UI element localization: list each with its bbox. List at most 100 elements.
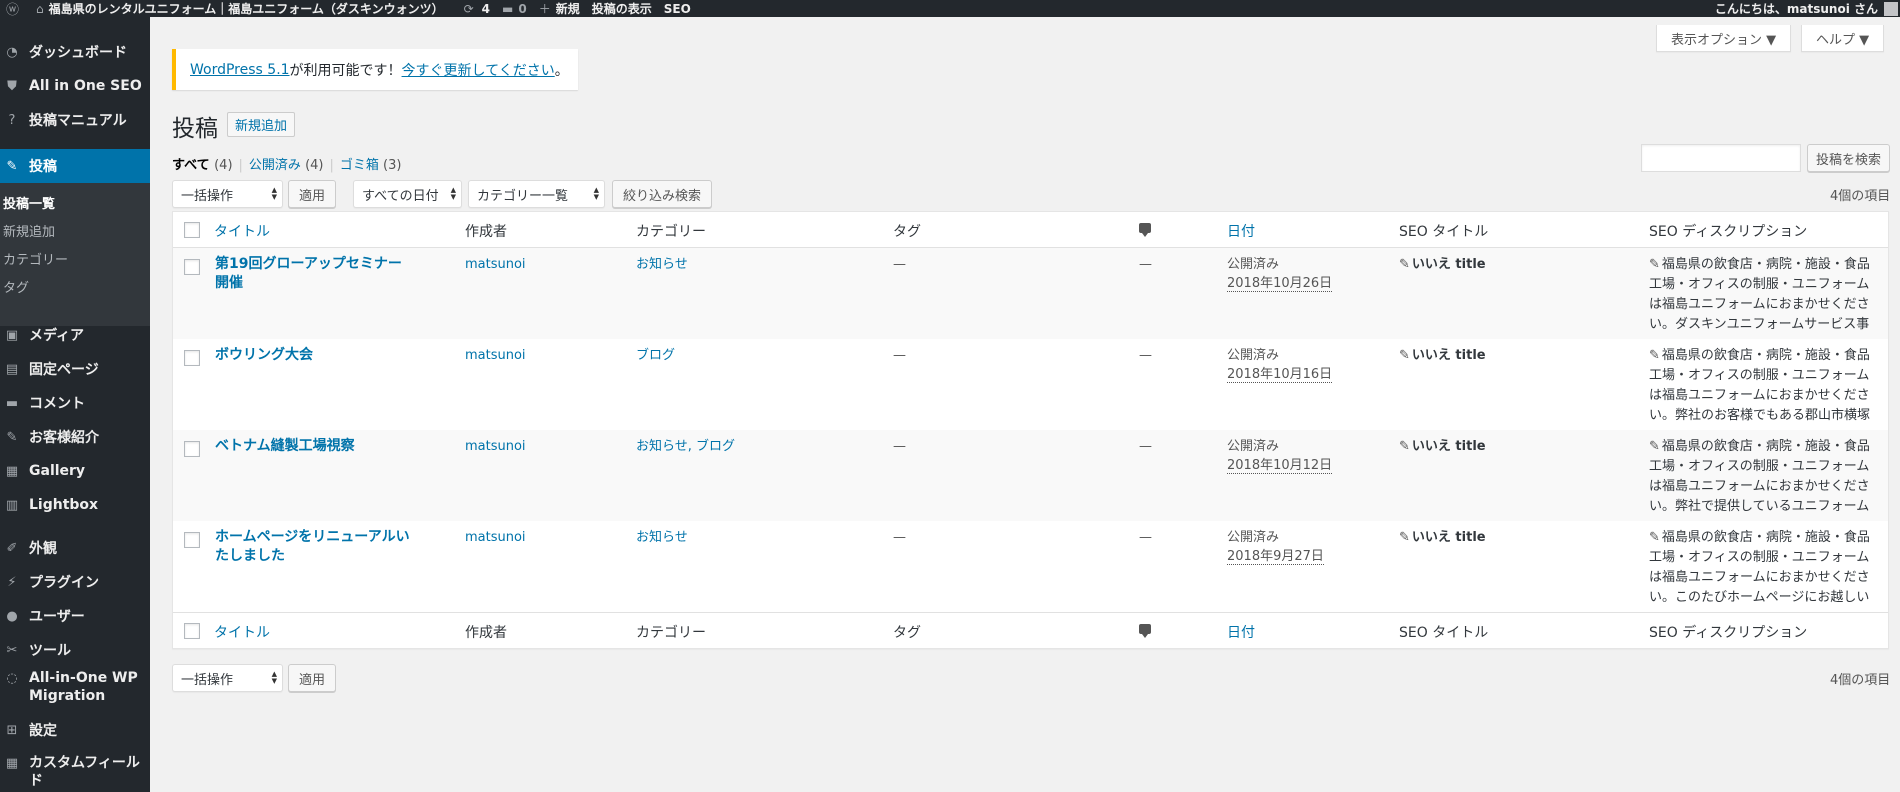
post-seo-description[interactable]: ✎ 福島県の飲食店・病院・施設・食品工場・オフィスの制服・ユニフォームは福島ユニフ…: [1649, 346, 1879, 426]
filter-published[interactable]: 公開済み (4): [249, 158, 324, 173]
post-title-link[interactable]: ボウリング大会: [215, 346, 415, 365]
filter-button[interactable]: 絞り込み検索: [612, 180, 712, 208]
search-posts-button[interactable]: 投稿を検索: [1807, 144, 1890, 172]
screen-options-button[interactable]: 表示オプション ▼: [1656, 25, 1792, 52]
menu-dashboard[interactable]: ◔ ダッシュボード: [0, 36, 150, 68]
menu-appearance[interactable]: ✐ 外観: [0, 532, 150, 564]
apply-button-bottom[interactable]: 適用: [288, 664, 336, 692]
bulk-action-select[interactable]: 一括操作 ▲ ▼: [172, 180, 283, 208]
wordpress-version-link[interactable]: WordPress 5.1: [190, 62, 290, 78]
dashboard-icon: ◔: [6, 44, 18, 60]
post-category-link[interactable]: ブログ: [636, 346, 675, 365]
column-tags: タグ: [893, 224, 921, 240]
menu-plugins[interactable]: ⚡ プラグイン: [0, 566, 150, 598]
site-name-link[interactable]: ⌂ 福島県のレンタルユニフォーム｜福島ユニフォーム（ダスキンウォンツ）: [30, 0, 450, 17]
seo-desc-value: 福島県の飲食店・病院・施設・食品工場・オフィスの制服・ユニフォームは福島ユニフォ…: [1649, 439, 1870, 514]
wordpress-logo[interactable]: ⓦ: [0, 0, 30, 18]
menu-migration[interactable]: ◌ All-in-One WP Migration: [0, 669, 150, 711]
category-filter-select[interactable]: カテゴリー一覧 ▲ ▼: [468, 180, 605, 208]
menu-tools[interactable]: ✂ ツール: [0, 634, 150, 666]
new-content-link[interactable]: ＋ 新規: [533, 0, 586, 17]
post-title-link[interactable]: ベトナム縫製工場視察: [215, 437, 415, 456]
filter-all[interactable]: すべて (4): [172, 158, 233, 173]
select-all-checkbox-bottom[interactable]: [184, 623, 200, 639]
column-title[interactable]: タイトル: [214, 622, 270, 642]
post-tags: —: [893, 348, 906, 363]
row-checkbox[interactable]: [184, 441, 200, 457]
comments-link[interactable]: ▬ 0: [496, 0, 533, 17]
menu-label: 投稿: [29, 159, 57, 175]
menu-manual[interactable]: ? 投稿マニュアル: [0, 104, 150, 136]
post-seo-description[interactable]: ✎ 福島県の飲食店・病院・施設・食品工場・オフィスの制服・ユニフォームは福島ユニフ…: [1649, 255, 1879, 335]
menu-comments[interactable]: ▬ コメント: [0, 387, 150, 419]
pin-icon: ✎: [6, 158, 18, 174]
bulk-action-select-bottom[interactable]: 一括操作 ▲ ▼: [172, 664, 283, 692]
posts-table: タイトル 作成者 カテゴリー タグ 日付 SEO タイトル SEO ディスクリプ…: [172, 211, 1889, 649]
post-search-input[interactable]: [1641, 144, 1801, 172]
post-comments: —: [1139, 530, 1152, 545]
row-checkbox[interactable]: [184, 350, 200, 366]
post-seo-title[interactable]: ✎ いいえ title: [1399, 346, 1486, 365]
post-seo-description[interactable]: ✎ 福島県の飲食店・病院・施設・食品工場・オフィスの制服・ユニフォームは福島ユニフ…: [1649, 437, 1879, 517]
post-seo-title[interactable]: ✎ いいえ title: [1399, 528, 1486, 547]
update-now-link[interactable]: 今すぐ更新してください: [402, 60, 555, 80]
post-category-link[interactable]: お知らせ: [636, 255, 688, 274]
settings-icon: ⊞: [6, 722, 18, 738]
user-greeting[interactable]: こんにちは、matsunoi さん: [1709, 0, 1878, 17]
post-author-link[interactable]: matsunoi: [465, 255, 526, 274]
filter-all-count: (4): [214, 158, 233, 173]
menu-media[interactable]: ▣ メディア: [0, 319, 150, 351]
row-checkbox[interactable]: [184, 259, 200, 275]
menu-lightbox[interactable]: ▥ Lightbox: [0, 489, 150, 521]
post-author-link[interactable]: matsunoi: [465, 528, 526, 547]
post-author-link[interactable]: matsunoi: [465, 437, 526, 456]
post-date-value: 2018年10月26日: [1227, 276, 1333, 292]
filter-trash[interactable]: ゴミ箱 (3): [340, 158, 402, 173]
post-title-link[interactable]: 第19回グローアップセミナー開催: [215, 255, 415, 293]
select-all-checkbox[interactable]: [184, 222, 200, 238]
post-seo-description[interactable]: ✎ 福島県の飲食店・病院・施設・食品工場・オフィスの制服・ユニフォームは福島ユニフ…: [1649, 528, 1879, 608]
post-author-link[interactable]: matsunoi: [465, 346, 526, 365]
add-new-button[interactable]: 新規追加: [227, 112, 296, 137]
menu-pages[interactable]: ▤ 固定ページ: [0, 353, 150, 385]
date-filter-select[interactable]: すべての日付 ▲ ▼: [353, 180, 462, 208]
menu-all-in-one-seo[interactable]: ⛊ All in One SEO: [0, 70, 150, 102]
comment-column-icon[interactable]: [1139, 223, 1151, 237]
column-title[interactable]: タイトル: [214, 221, 270, 241]
pin-icon: ✎: [6, 429, 18, 445]
comment-column-icon[interactable]: [1139, 624, 1151, 638]
column-date[interactable]: 日付: [1227, 622, 1255, 642]
menu-label: ユーザー: [29, 609, 85, 625]
submenu-categories[interactable]: カテゴリー: [3, 249, 68, 268]
filter-all-label: すべて: [172, 158, 210, 173]
column-date[interactable]: 日付: [1227, 221, 1255, 241]
row-checkbox[interactable]: [184, 532, 200, 548]
updates-link[interactable]: ⟳ 4: [458, 0, 496, 17]
menu-customers[interactable]: ✎ お客様紹介: [0, 421, 150, 453]
post-seo-title[interactable]: ✎ いいえ title: [1399, 437, 1486, 456]
avatar[interactable]: [1884, 1, 1898, 16]
pencil-icon: ✎: [1649, 530, 1660, 545]
menu-gallery[interactable]: ▦ Gallery: [0, 455, 150, 487]
post-category-link[interactable]: お知らせ, ブログ: [636, 437, 735, 456]
post-status: 公開済み: [1227, 530, 1280, 545]
post-seo-title[interactable]: ✎ いいえ title: [1399, 255, 1486, 274]
comment-icon: ▬: [5, 395, 19, 411]
notice-end: 。: [554, 62, 569, 79]
menu-settings[interactable]: ⊞ 設定: [0, 714, 150, 746]
post-title-link[interactable]: ホームページをリニューアルいたしました: [215, 528, 415, 566]
menu-label: All-in-One WP Migration: [29, 669, 138, 705]
post-category-link[interactable]: お知らせ: [636, 528, 688, 547]
submenu-add-new[interactable]: 新規追加: [3, 221, 55, 240]
submenu-all-posts[interactable]: 投稿一覧: [3, 193, 55, 212]
menu-custom-fields[interactable]: ▦ カスタムフィールド: [0, 754, 150, 792]
help-button[interactable]: ヘルプ ▼: [1801, 25, 1885, 52]
submenu-tags[interactable]: タグ: [3, 277, 29, 296]
apply-button[interactable]: 適用: [288, 180, 336, 208]
view-posts-link[interactable]: 投稿の表示: [586, 0, 658, 17]
filter-published-count: (4): [305, 158, 324, 173]
page-title: 投稿: [172, 116, 218, 142]
menu-users[interactable]: ● ユーザー: [0, 600, 150, 632]
seo-link[interactable]: SEO: [658, 0, 697, 17]
menu-posts[interactable]: ✎ 投稿: [0, 149, 150, 183]
